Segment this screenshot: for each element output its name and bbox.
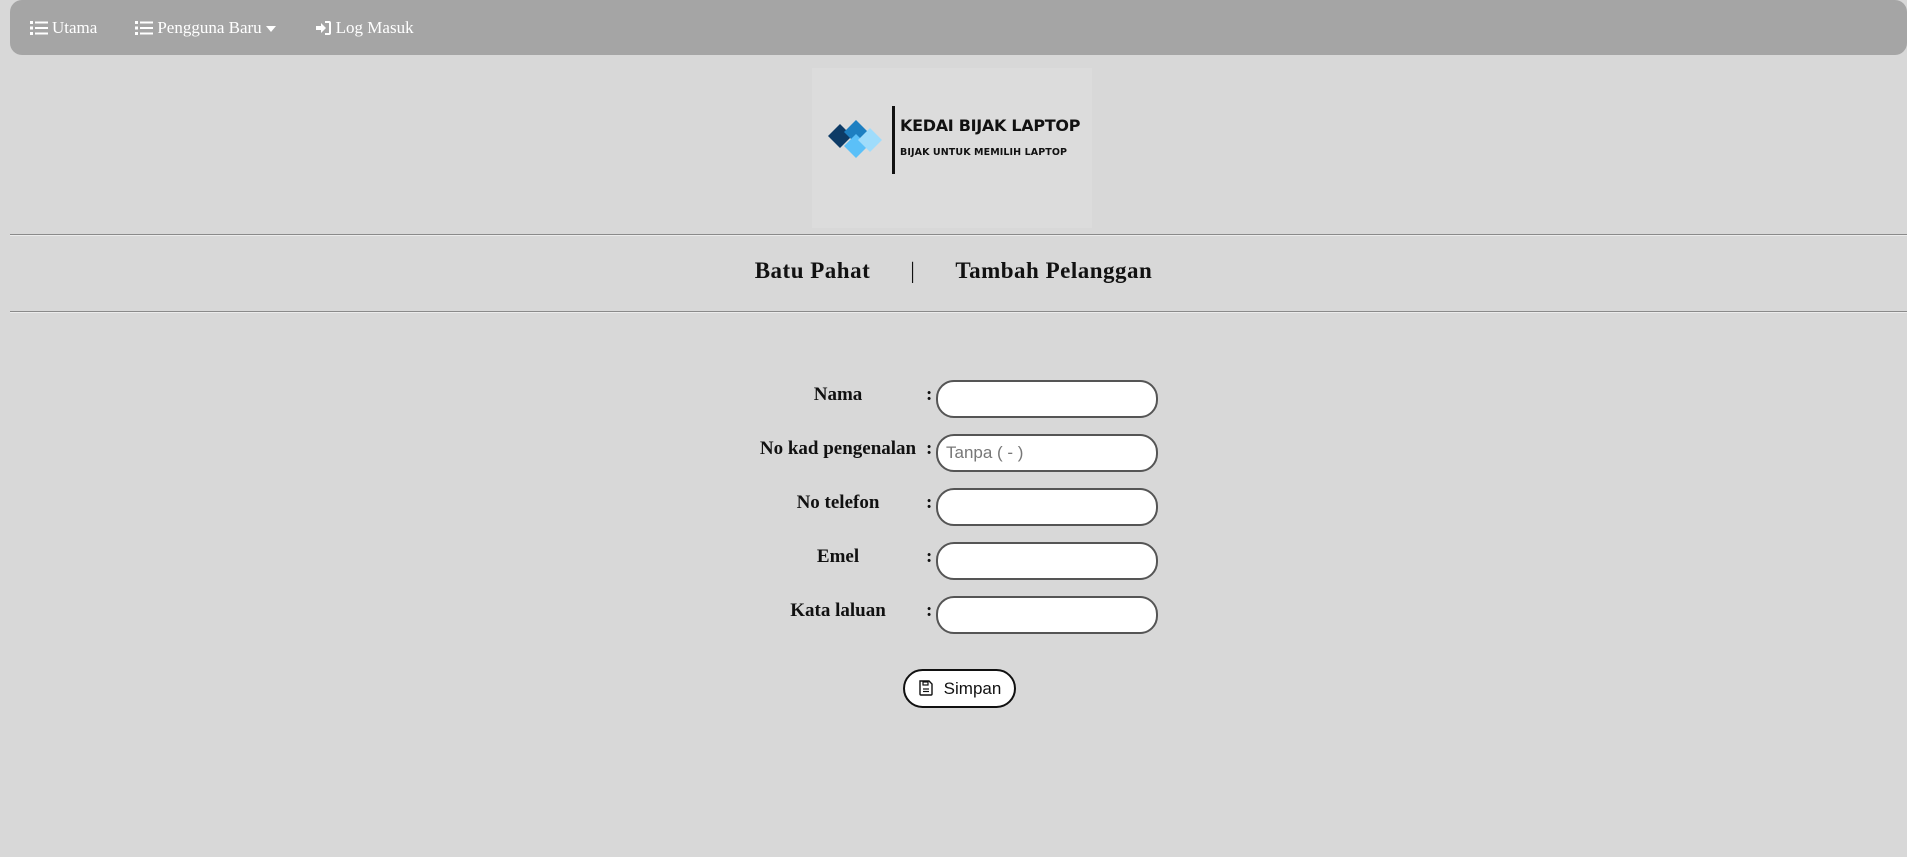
nav-item-label: Utama [52,17,98,37]
nav-item-pengguna-baru[interactable]: Pengguna Baru [135,17,276,38]
form-row-kata-laluan: Kata laluan : [754,596,1164,636]
logo-subtitle: BIJAK UNTUK MEMILIH LAPTOP [900,147,1068,158]
save-button[interactable]: Simpan [903,669,1016,708]
logo-title: KEDAI BIJAK LAPTOP [900,116,1081,135]
logo-divider [892,106,895,174]
logo-diamond-icon [828,120,882,158]
field-colon: : [926,438,933,459]
nav-item-log-masuk[interactable]: Log Masuk [314,18,414,38]
sign-in-icon [314,19,332,37]
save-button-label: Simpan [943,678,1002,698]
field-label-kata-laluan: Kata laluan [790,600,886,621]
form-row-nama: Nama : [754,380,1164,420]
ic-number-input[interactable] [936,434,1158,472]
logo: KEDAI BIJAK LAPTOP BIJAK UNTUK MEMILIH L… [812,68,1092,228]
field-colon: : [926,546,933,567]
password-input[interactable] [936,596,1158,634]
nav-item-label: Log Masuk [335,17,414,37]
form-row-telefon: No telefon : [754,488,1164,528]
nav-item-label: Pengguna Baru [157,17,262,37]
email-input[interactable] [936,542,1158,580]
page-title: Tambah Pelanggan [955,258,1153,283]
form-row-emel: Emel : [754,542,1164,582]
caret-down-icon [265,25,276,32]
field-label-ic: No kad pengenalan [759,438,917,459]
phone-input[interactable] [936,488,1158,526]
divider-bottom [10,311,1907,313]
field-colon: : [926,384,933,405]
nama-input[interactable] [936,380,1158,418]
list-icon [30,19,48,37]
save-icon [918,679,936,698]
divider-top [10,234,1907,236]
field-label-telefon: No telefon [796,492,880,513]
field-colon: : [926,492,933,513]
field-label-emel: Emel [816,546,860,567]
branch-location: Batu Pahat [754,258,871,283]
top-navbar: Utama Pengguna Baru Log Masuk [10,0,1907,55]
header-separator: | [910,258,916,283]
page: Utama Pengguna Baru Log Masuk KEDAI BIJA… [0,0,1907,857]
field-colon: : [926,600,933,621]
field-label-nama: Nama [813,384,863,405]
nav-item-utama[interactable]: Utama [30,18,97,38]
form-row-ic: No kad pengenalan : [754,434,1164,474]
page-header: Batu Pahat | Tambah Pelanggan [0,258,1907,284]
list-icon [135,19,154,37]
